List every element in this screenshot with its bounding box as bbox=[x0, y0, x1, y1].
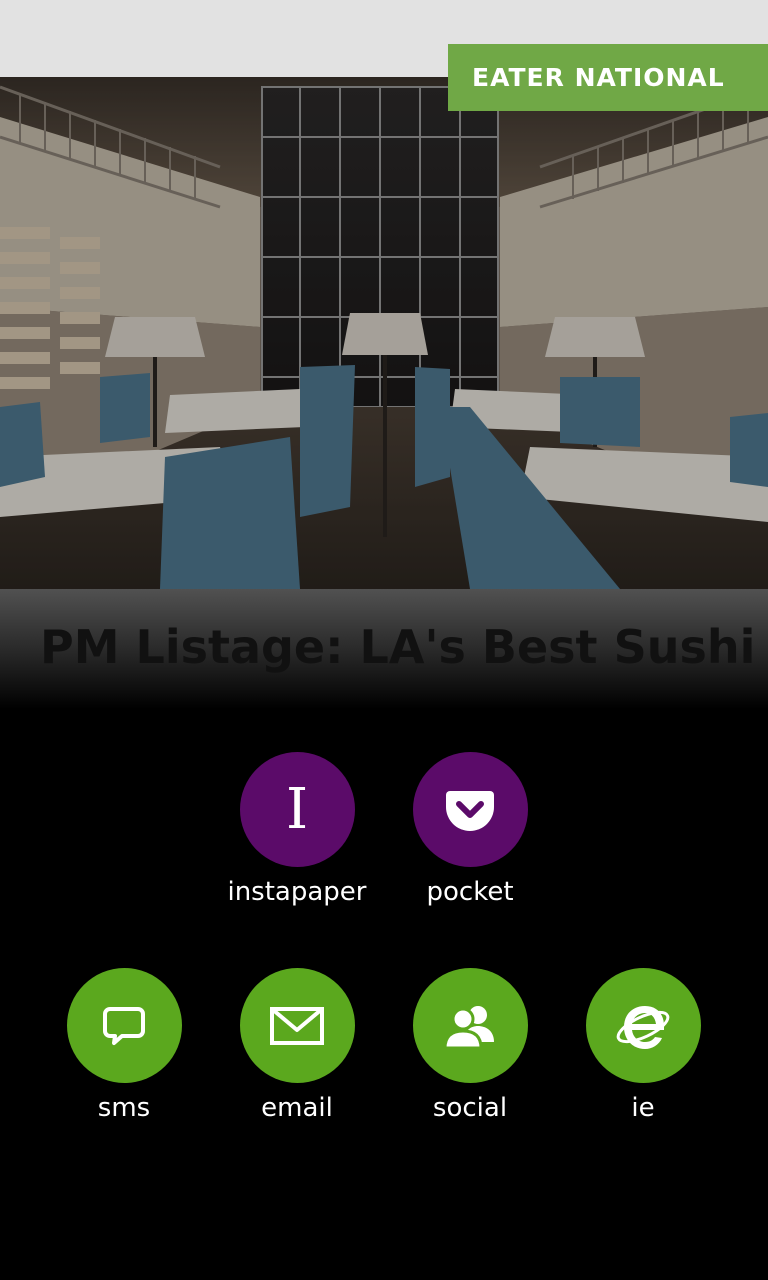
share-label-pocket: pocket bbox=[426, 877, 514, 907]
article-header: PM Listage: LA's Best Sushi Restaurants,… bbox=[0, 589, 768, 709]
sms-icon bbox=[66, 968, 182, 1083]
article-headline[interactable]: PM Listage: LA's Best Sushi Restaurants,… bbox=[40, 619, 768, 675]
share-label-email: email bbox=[261, 1093, 333, 1123]
share-email-button[interactable]: email bbox=[211, 968, 383, 1125]
share-label-social: social bbox=[432, 1093, 508, 1123]
article-hero-image bbox=[0, 77, 768, 589]
share-label-instapaper: instapaper bbox=[227, 877, 367, 907]
share-ie-button[interactable]: ie bbox=[557, 968, 729, 1125]
share-panel: I instapaper pocket sms email social ie bbox=[0, 709, 768, 1280]
ie-icon bbox=[585, 968, 701, 1083]
email-icon bbox=[239, 968, 355, 1083]
source-badge[interactable]: EATER NATIONAL bbox=[448, 44, 768, 111]
social-icon bbox=[412, 968, 528, 1083]
share-label-ie: ie bbox=[631, 1093, 655, 1123]
share-instapaper-button[interactable]: I instapaper bbox=[211, 752, 383, 909]
share-label-sms: sms bbox=[97, 1093, 151, 1123]
pocket-icon bbox=[412, 752, 528, 867]
share-social-button[interactable]: social bbox=[384, 968, 556, 1125]
share-sms-button[interactable]: sms bbox=[38, 968, 210, 1125]
instapaper-icon: I bbox=[239, 752, 355, 867]
share-pocket-button[interactable]: pocket bbox=[384, 752, 556, 909]
